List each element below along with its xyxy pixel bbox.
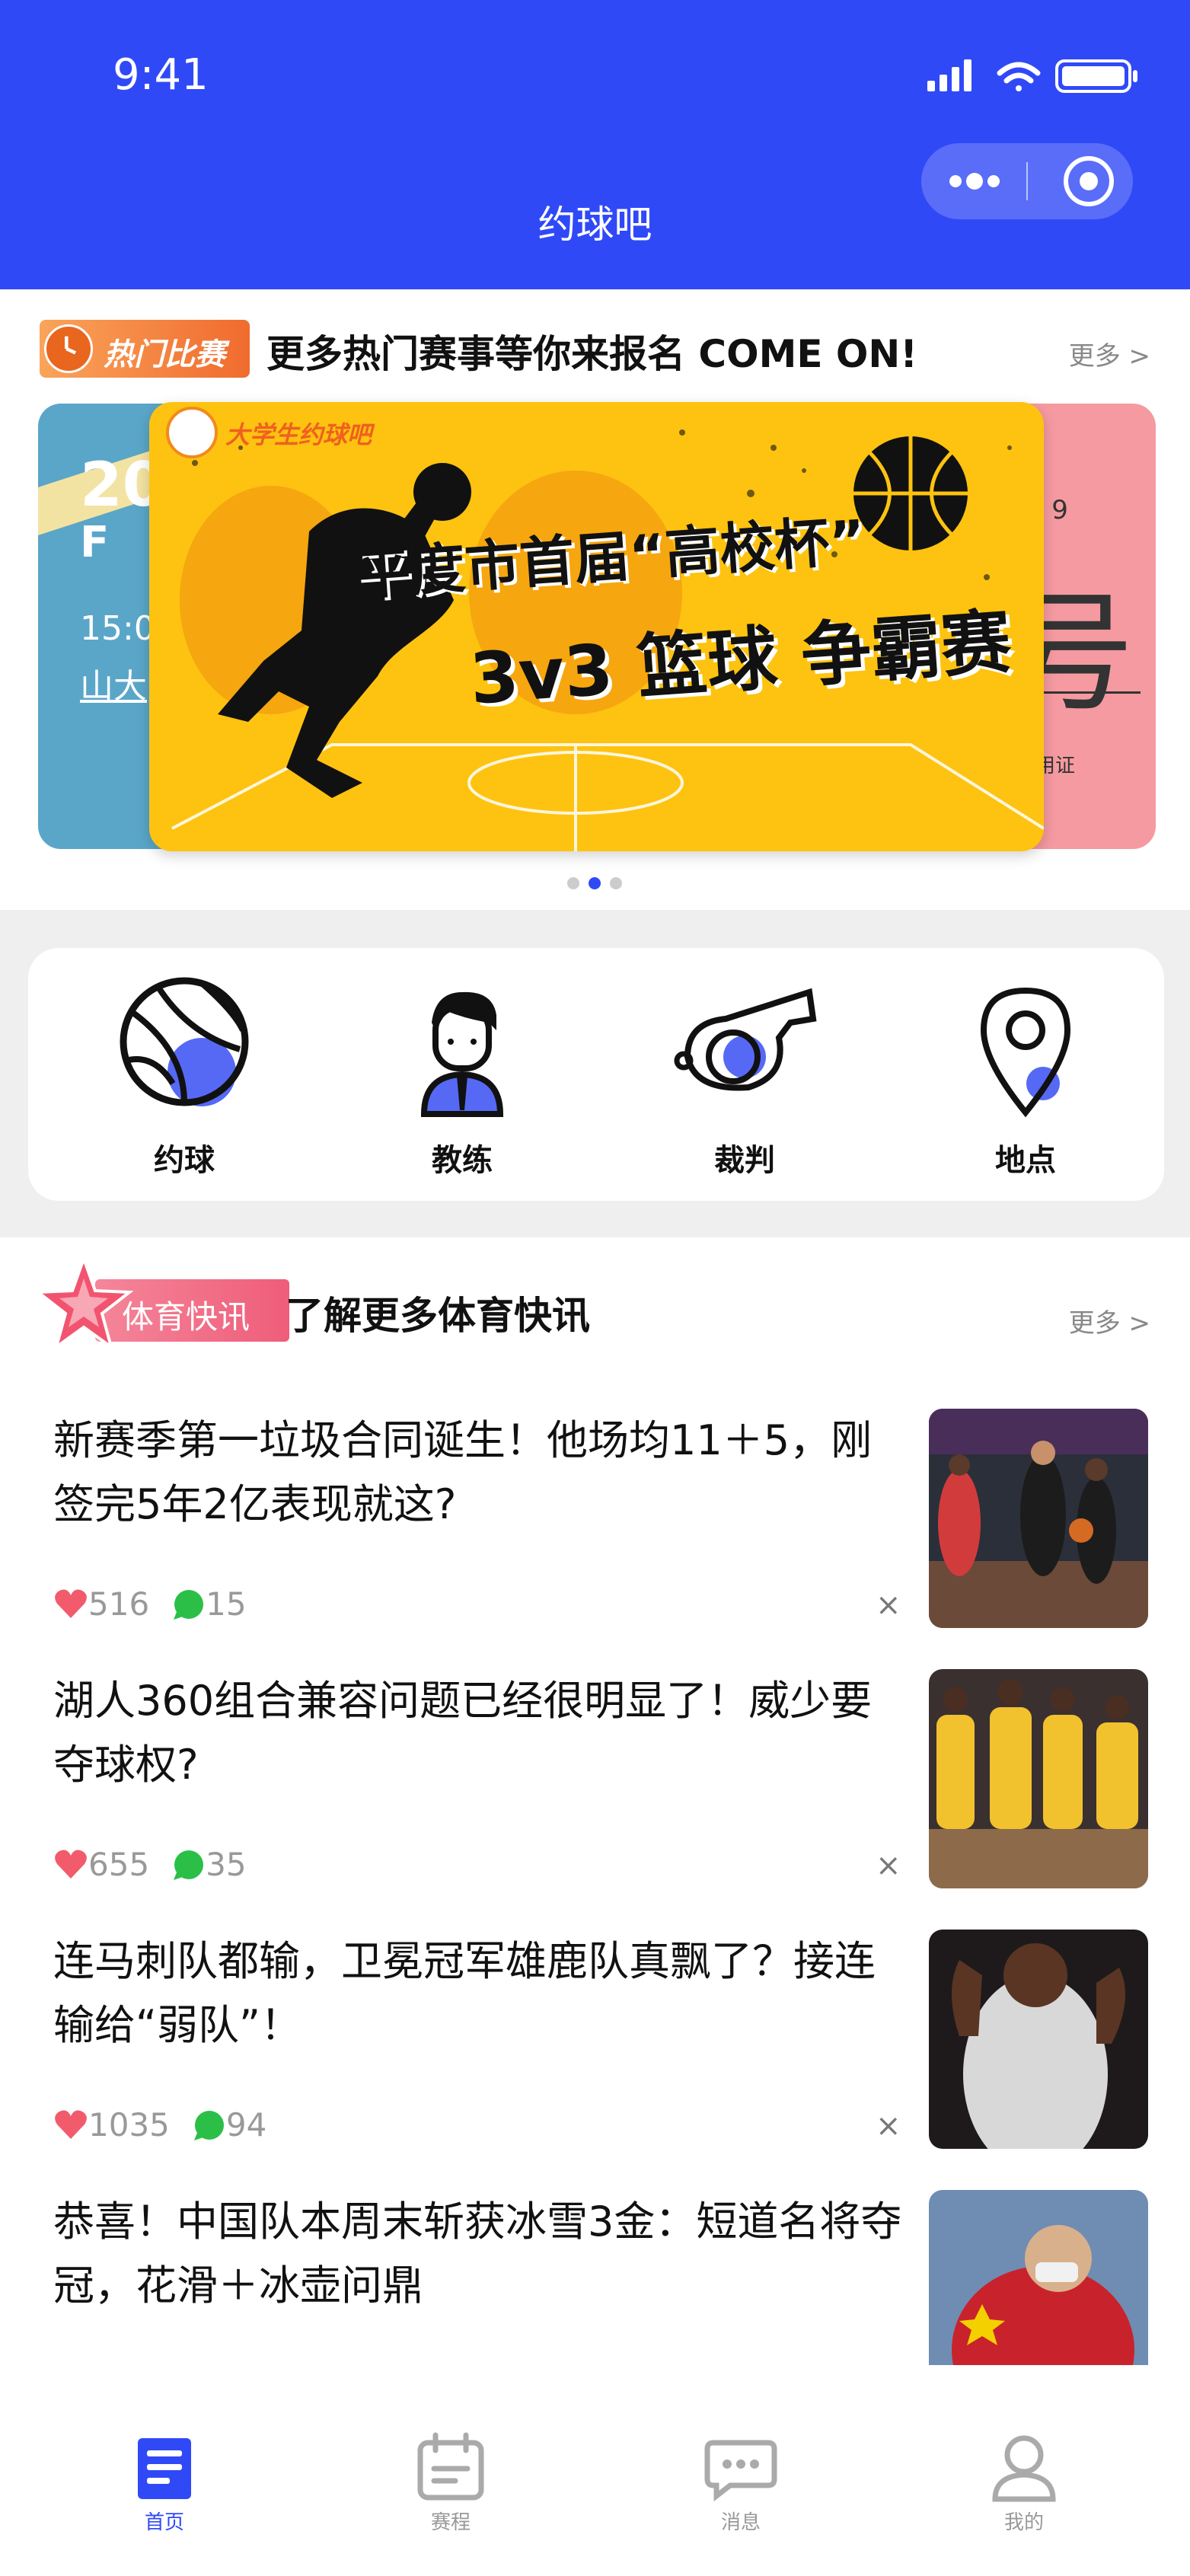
tab-label: 赛程 [430, 2511, 471, 2534]
comment-count: 94 [225, 2106, 267, 2143]
hot-matches-badge: 热门比赛 [40, 320, 250, 378]
news-item[interactable]: 恭喜！中国队本周末斩获冰雪3金：短道名将夺冠，花滑＋冰壶问鼎 [0, 2190, 1190, 2365]
brand-logo-icon [166, 407, 218, 458]
message-icon [704, 2440, 777, 2502]
tab-label: 消息 [720, 2511, 761, 2534]
clock-icon [44, 324, 93, 373]
tab-messages[interactable]: 消息 [680, 2429, 802, 2536]
news-thumbnail[interactable] [929, 2190, 1148, 2365]
category-referee[interactable]: 裁判 [661, 977, 828, 1178]
category-label: 裁判 [714, 1143, 775, 1178]
news-thumbnail[interactable] [929, 1409, 1148, 1628]
news-meta: 1035 94 [53, 2106, 266, 2144]
news-meta: 655 35 [53, 1846, 247, 1884]
news-item[interactable]: 湖人360组合兼容问题已经很明显了！威少要夺球权? 655 35 × [0, 1669, 1190, 1920]
status-time: 9:41 [113, 50, 209, 100]
status-icons [927, 59, 1137, 93]
tab-home[interactable]: 首页 [104, 2429, 225, 2536]
news-title[interactable]: 湖人360组合兼容问题已经很明显了！威少要夺球权? [53, 1669, 906, 1797]
tab-label: 首页 [144, 2511, 184, 2534]
main-card-brand: 大学生约球吧 [225, 420, 372, 449]
tab-label: 我的 [1003, 2511, 1044, 2534]
calendar-icon [417, 2432, 484, 2501]
news-more-link[interactable]: 更多 > [1069, 1302, 1150, 1339]
star-icon [33, 1254, 134, 1351]
news-badge-label: 体育快讯 [122, 1298, 250, 1336]
heart-icon[interactable] [53, 1847, 88, 1882]
news-title[interactable]: 恭喜！中国队本周末斩获冰雪3金：短道名将夺冠，花滑＋冰壶问鼎 [53, 2190, 906, 2318]
carousel-dot [610, 877, 622, 889]
comment-icon[interactable] [172, 1588, 206, 1621]
page-title: 约球吧 [538, 203, 652, 247]
carousel-card-main[interactable]: 大学生约球吧 平度市首届“高校杯” 3v3 篮球 争霸赛 [149, 402, 1044, 851]
tab-schedule[interactable]: 赛程 [390, 2429, 512, 2536]
like-count: 516 [88, 1585, 150, 1623]
close-icon[interactable]: × [876, 1588, 901, 1623]
app-header: 9:41 约球吧 [0, 0, 1190, 289]
comment-count: 35 [206, 1846, 247, 1883]
comment-icon[interactable] [193, 2108, 226, 2142]
news-item[interactable]: 连马刺队都输，卫冕冠军雄鹿队真飘了？接连输给“弱队”！ 1035 94 × [0, 1930, 1190, 2181]
news-meta: 516 15 [53, 1585, 247, 1623]
hot-badge-label: 热门比赛 [104, 337, 225, 372]
like-count: 1035 [88, 2106, 170, 2143]
left-card-line3: 15:0 [80, 609, 155, 648]
basketball-icon [120, 977, 249, 1106]
news-title[interactable]: 连马刺队都输，卫冕冠军雄鹿队真飘了？接连输给“弱队”！ [53, 1930, 906, 2057]
category-yueqiu[interactable]: 约球 [100, 977, 268, 1178]
like-count: 655 [88, 1846, 150, 1883]
close-icon[interactable]: × [876, 1848, 901, 1883]
tab-profile[interactable]: 我的 [963, 2429, 1085, 2536]
battery-icon [1055, 59, 1137, 93]
heart-icon[interactable] [53, 2107, 88, 2142]
heart-icon[interactable] [53, 1586, 88, 1621]
user-icon [992, 2435, 1056, 2502]
comment-icon[interactable] [172, 1848, 206, 1882]
close-icon[interactable]: × [876, 2108, 901, 2143]
news-section-title: 了解更多体育快讯 [286, 1294, 590, 1338]
news-title[interactable]: 新赛季第一垃圾合同诞生！他场均11＋5，刚签完5年2亿表现就这? [53, 1409, 906, 1537]
hot-more-link[interactable]: 更多 > [1069, 335, 1150, 372]
category-label: 教练 [432, 1143, 493, 1178]
news-badge: 体育快讯 [30, 1253, 289, 1351]
news-thumbnail[interactable] [929, 1930, 1148, 2149]
coach-icon [420, 991, 504, 1117]
carousel-indicator [567, 876, 628, 891]
news-item[interactable]: 新赛季第一垃圾合同诞生！他场均11＋5，刚签完5年2亿表现就这? 516 15 × [0, 1409, 1190, 1660]
category-label: 地点 [995, 1143, 1056, 1178]
left-card-line4: 山大 [80, 667, 147, 706]
home-doc-icon [138, 2438, 191, 2499]
location-pin-icon [980, 987, 1071, 1118]
category-coach[interactable]: 教练 [378, 977, 546, 1178]
news-thumbnail[interactable] [929, 1669, 1148, 1888]
whistle-icon [674, 988, 817, 1091]
carousel-dot [567, 877, 579, 889]
app-page: 9:41 约球吧 热门比赛 更多热门赛事等你来报名 COME ON! 更多 > … [0, 0, 1190, 2576]
comment-count: 15 [206, 1585, 247, 1623]
carousel-dot-active [589, 877, 601, 889]
bottom-tab-bar: 首页 赛程 消息 我的 [0, 2391, 1190, 2576]
hot-section-title: 更多热门赛事等你来报名 COME ON! [266, 332, 918, 376]
signal-icon [927, 59, 971, 91]
category-label: 约球 [154, 1143, 215, 1178]
wifi-icon [997, 62, 1041, 91]
category-venue[interactable]: 地点 [942, 977, 1109, 1178]
